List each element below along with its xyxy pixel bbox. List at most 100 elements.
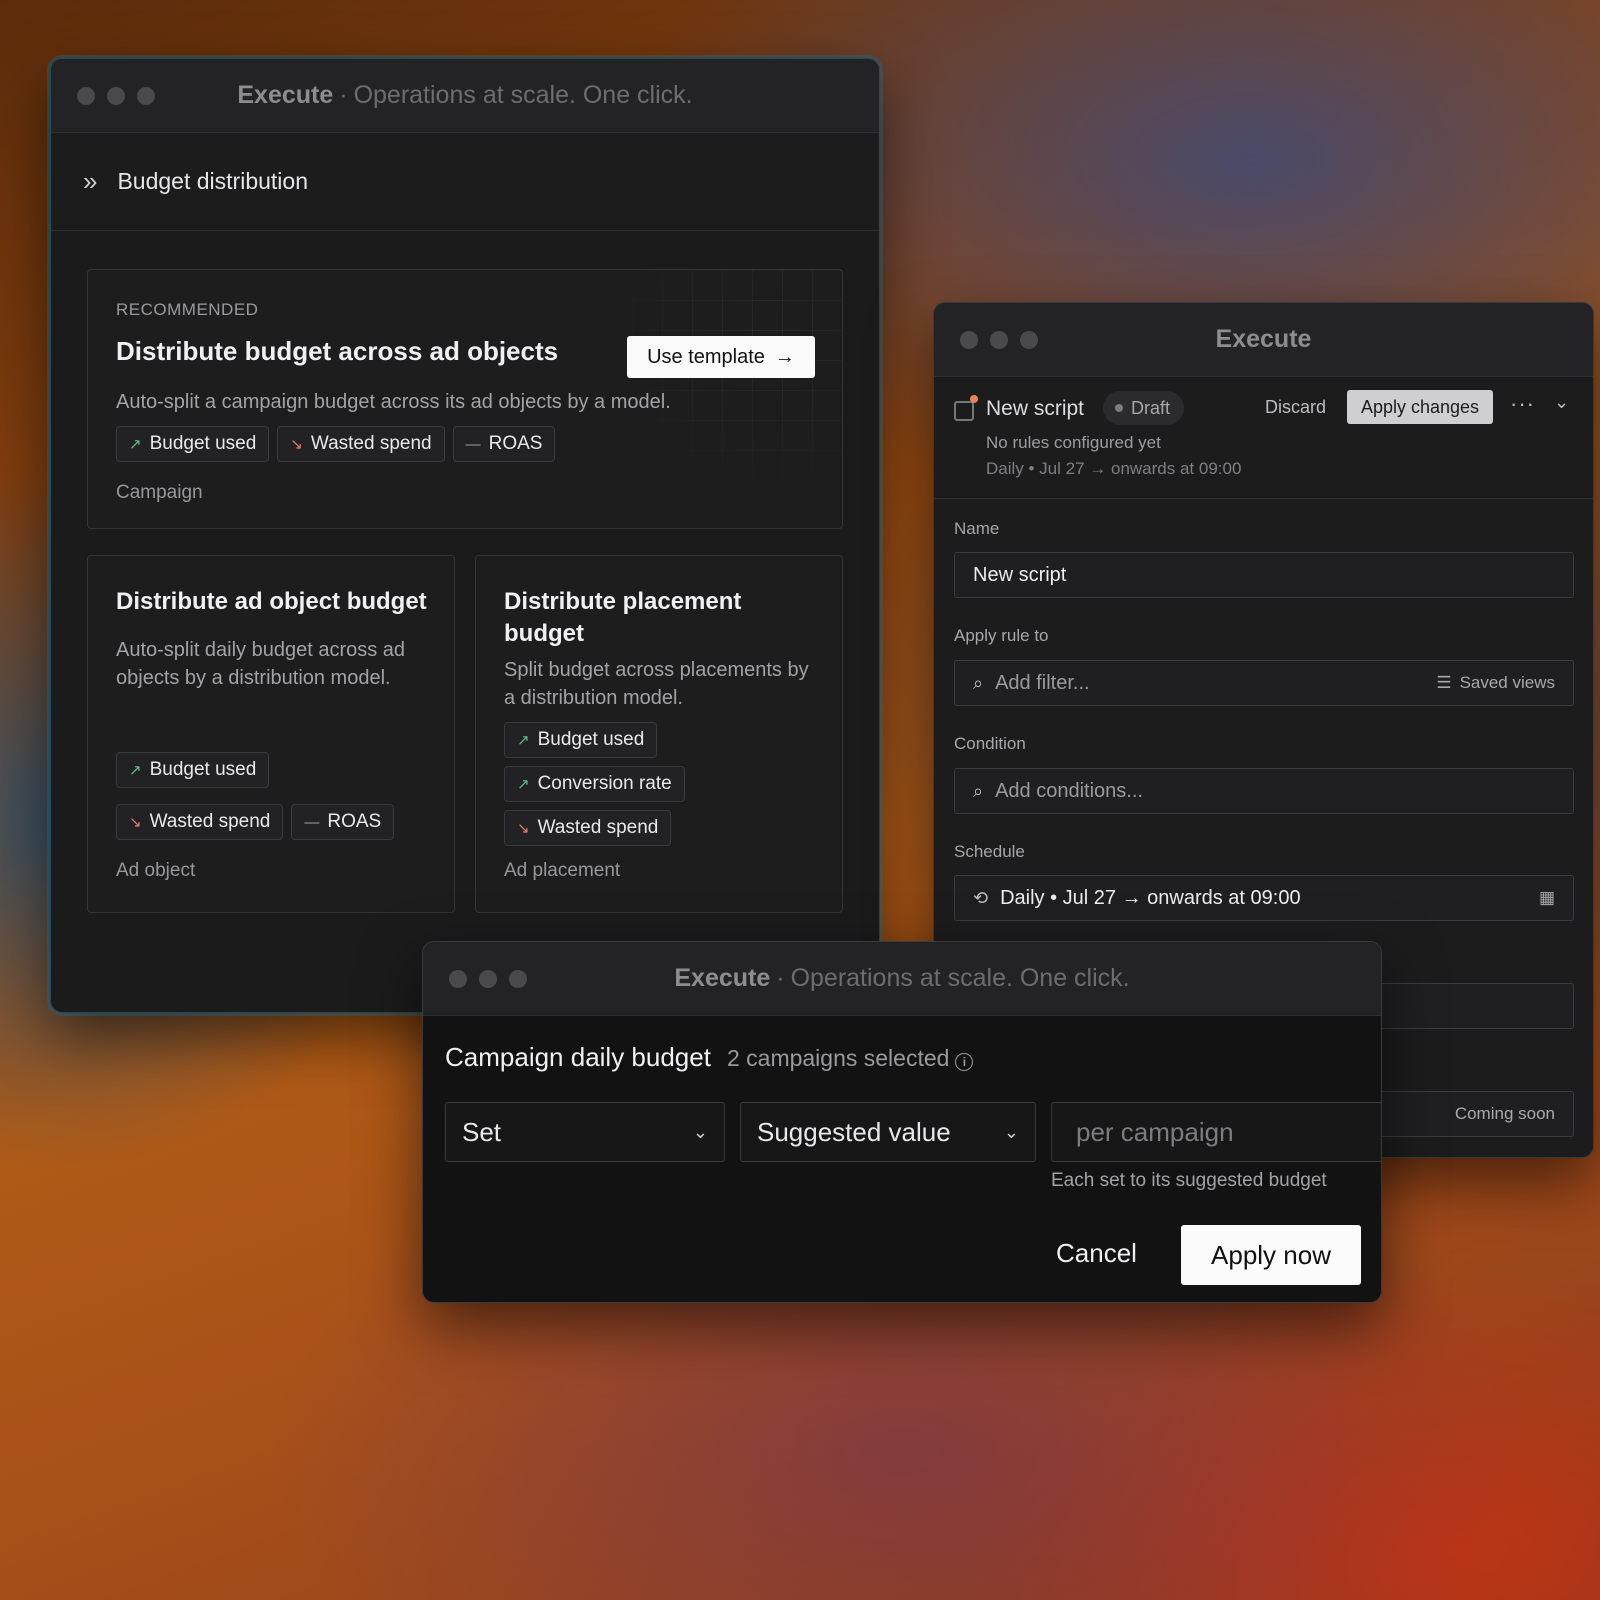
window-tagline: Operations at scale. One click. (790, 964, 1130, 992)
window-title: Execute (237, 81, 334, 109)
chip-label: ROAS (327, 811, 382, 832)
title-separator: · (339, 81, 348, 109)
schedule-label: Schedule (954, 842, 1025, 861)
amount-input[interactable]: per campaign (1051, 1102, 1381, 1162)
template-scope: Ad placement (504, 860, 621, 881)
minimize-window-button[interactable] (990, 330, 1008, 349)
apply-rule-label: Apply rule to (954, 626, 1049, 645)
zoom-window-button[interactable] (1020, 330, 1038, 349)
amount-placeholder: per campaign (1076, 1116, 1234, 1147)
filter-input[interactable]: ⌕ Add filter... ☰ Saved views (954, 660, 1574, 706)
selection-count-label: 2 campaigns selected (726, 1045, 950, 1071)
window-title: Execute (674, 964, 771, 992)
recommended-label: RECOMMENDED (116, 300, 259, 319)
recommended-template-card[interactable]: RECOMMENDED Distribute budget across ad … (87, 269, 843, 529)
zoom-window-button[interactable] (509, 969, 527, 988)
trend-flat-icon: — (304, 813, 320, 831)
chip-wasted-spend: ↘ Wasted spend (504, 810, 672, 846)
template-title: Distribute ad object budget (116, 588, 427, 615)
apply-now-button[interactable]: Apply now (1181, 1225, 1361, 1285)
chip-label: ROAS (488, 433, 543, 454)
minimize-window-button[interactable] (107, 86, 125, 105)
script-select-checkbox[interactable] (954, 401, 974, 421)
search-icon: ⌕ (973, 780, 984, 801)
rules-status: No rules configured yet (986, 433, 1161, 452)
ad-object-template-card[interactable]: Distribute ad object budget Auto-split d… (87, 555, 455, 913)
panel-title: Budget distribution (117, 168, 308, 194)
unsaved-indicator-dot (970, 395, 978, 403)
trend-up-icon: ↗ (517, 732, 530, 749)
apply-budget-window: Execute · Operations at scale. One click… (422, 941, 1382, 1303)
metric-chips: ↗ Budget used ↘ Wasted spend — ROAS (116, 752, 436, 840)
discard-button[interactable]: Discard (1265, 397, 1326, 418)
chip-conversion-rate: ↗ Conversion rate (504, 766, 685, 802)
status-label: Draft (1131, 397, 1171, 418)
name-value: New script (973, 563, 1067, 586)
schedule-summary: Daily • Jul 27 → onwards at 09:00 (986, 459, 1242, 478)
grid-decoration (602, 270, 842, 490)
dialog-title: Campaign daily budget (445, 1042, 711, 1072)
chip-wasted-spend: ↘ Wasted spend (116, 804, 284, 840)
trend-down-icon: ↘ (290, 436, 303, 453)
schedule-value: Daily • Jul 27 → onwards at 09:00 (1000, 886, 1301, 909)
saved-views-button[interactable]: ☰ Saved views (1436, 673, 1555, 693)
chip-wasted-spend: ↘ Wasted spend (277, 426, 445, 462)
trend-up-icon: ↗ (517, 776, 530, 793)
action-select[interactable]: Set ⌄ (445, 1102, 725, 1162)
window-titlebar: Execute · Operations at scale. One click… (423, 942, 1381, 1016)
template-title: Distribute budget across ad objects (116, 336, 559, 366)
window-title: Execute (1215, 325, 1312, 353)
template-scope: Ad object (116, 860, 196, 881)
use-template-button[interactable]: Use template → (627, 336, 815, 378)
status-badge: Draft (1103, 391, 1185, 425)
chip-budget-used: ↗ Budget used (116, 752, 270, 788)
placement-template-card[interactable]: Distribute placement budget Split budget… (475, 555, 843, 913)
template-description: Auto-split a campaign budget across its … (116, 391, 671, 413)
script-name: New script (986, 397, 1085, 420)
close-window-button[interactable] (77, 86, 95, 105)
window-titlebar: Execute (934, 303, 1593, 377)
condition-label: Condition (954, 734, 1026, 753)
calendar-icon[interactable]: ▦ (1539, 888, 1555, 908)
info-icon[interactable]: i (955, 1053, 974, 1071)
filter-placeholder: Add filter... (995, 671, 1090, 694)
window-controls (449, 969, 527, 988)
metric-chips: ↗ Budget used ↗ Conversion rate ↘ Wasted sp… (504, 722, 685, 846)
template-description: Split budget across placements by a dist… (504, 659, 809, 709)
minimize-window-button[interactable] (479, 969, 497, 988)
search-icon: ⌕ (973, 672, 984, 693)
chip-label: Wasted spend (149, 811, 271, 832)
close-window-button[interactable] (960, 330, 978, 349)
repeat-icon: ⟲ (973, 887, 989, 908)
value-select[interactable]: Suggested value ⌄ (740, 1102, 1036, 1162)
chevron-down-icon[interactable]: ⌄ (1554, 392, 1569, 413)
saved-views-label: Saved views (1459, 673, 1555, 692)
amount-helper-text: Each set to its suggested budget (1051, 1170, 1327, 1191)
close-window-button[interactable] (449, 969, 467, 988)
condition-input[interactable]: ⌕ Add conditions... (954, 768, 1574, 814)
name-field[interactable]: New script (954, 552, 1574, 598)
cancel-button[interactable]: Cancel (1056, 1238, 1137, 1269)
chevron-down-icon: ⌄ (692, 1121, 708, 1142)
apply-changes-button[interactable]: Apply changes (1347, 390, 1493, 424)
window-controls (77, 86, 155, 105)
title-separator: · (776, 964, 785, 992)
dialog-heading: Campaign daily budget 2 campaigns select… (445, 1042, 974, 1073)
zoom-window-button[interactable] (137, 86, 155, 105)
list-icon: ☰ (1436, 673, 1452, 692)
window-tagline: Operations at scale. One click. (353, 81, 693, 109)
schedule-field[interactable]: ⟲ Daily • Jul 27 → onwards at 09:00 ▦ (954, 875, 1574, 921)
chip-label: Wasted spend (310, 433, 432, 454)
chip-label: Wasted spend (537, 817, 659, 838)
chip-label: Budget used (149, 759, 257, 780)
selection-count: 2 campaigns selected i (726, 1045, 974, 1072)
trend-down-icon: ↘ (517, 820, 530, 837)
trend-up-icon: ↗ (129, 436, 142, 453)
double-chevron-right-icon[interactable]: » (83, 166, 97, 197)
more-options-icon[interactable]: ··· (1510, 391, 1535, 417)
template-scope: Campaign (116, 482, 203, 503)
window-controls (960, 330, 1038, 349)
use-template-label: Use template (647, 345, 765, 368)
script-summary-bar: New script Draft Discard Apply changes ·… (934, 377, 1593, 499)
chip-roas: — ROAS (291, 804, 395, 840)
